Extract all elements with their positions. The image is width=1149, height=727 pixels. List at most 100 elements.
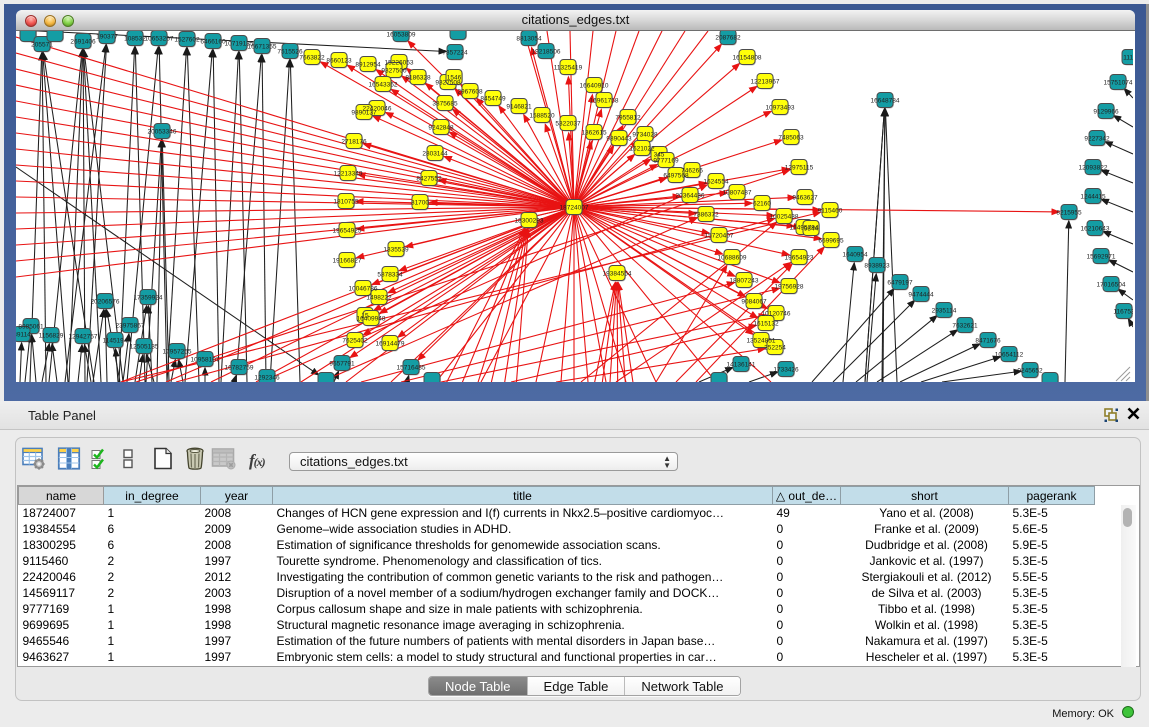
svg-text:16543362: 16543362	[369, 82, 398, 89]
svg-text:2718176: 2718176	[341, 139, 367, 146]
svg-text:2967608: 2967608	[457, 89, 483, 96]
svg-text:8985061: 8985061	[18, 324, 44, 331]
svg-text:7625402: 7625402	[342, 338, 368, 345]
svg-text:17359924: 17359924	[134, 295, 163, 302]
svg-text:9844: 9844	[804, 226, 819, 233]
svg-text:1362615: 1362615	[581, 130, 607, 137]
svg-text:1244415: 1244415	[1080, 194, 1106, 201]
svg-text:8938923: 8938923	[864, 263, 890, 270]
svg-text:9146821: 9146821	[506, 104, 532, 111]
svg-text:18300293: 18300293	[515, 218, 544, 225]
svg-text:2691406: 2691406	[70, 39, 96, 46]
svg-text:10958107: 10958107	[191, 357, 220, 364]
svg-text:17957255: 17957255	[163, 349, 192, 356]
svg-text:9463627: 9463627	[792, 195, 818, 202]
svg-text:3875685: 3875685	[432, 101, 458, 108]
svg-text:9129966: 9129966	[1093, 109, 1119, 116]
svg-text:7663822: 7663822	[299, 55, 325, 62]
svg-text:8660123: 8660123	[326, 58, 352, 65]
svg-text:10046786: 10046786	[349, 286, 378, 293]
svg-text:12505135: 12505135	[130, 344, 159, 351]
svg-text:1640954: 1640954	[842, 252, 868, 259]
svg-text:18807243: 18807243	[730, 278, 759, 285]
svg-text:9242848: 9242848	[428, 125, 454, 132]
svg-text:10120746: 10120746	[762, 311, 791, 318]
svg-text:16914479: 16914479	[376, 341, 405, 348]
svg-text:12975115: 12975115	[785, 165, 814, 172]
svg-text:2087682: 2087682	[715, 35, 741, 42]
svg-text:10807487: 10807487	[723, 190, 752, 197]
svg-text:9227342: 9227342	[1084, 136, 1110, 143]
svg-text:7386372: 7386372	[693, 212, 719, 219]
svg-text:1624554: 1624554	[703, 179, 729, 186]
svg-text:8912954: 8912954	[355, 62, 381, 69]
svg-text:12213349: 12213349	[334, 171, 363, 178]
svg-text:16154808: 16154808	[733, 55, 762, 62]
svg-text:2935114: 2935114	[932, 308, 957, 315]
svg-text:6479197: 6479197	[887, 280, 913, 287]
svg-text:1621022: 1621022	[629, 146, 655, 153]
svg-text:116753: 116753	[1113, 309, 1133, 316]
svg-text:12213967: 12213967	[751, 79, 780, 86]
svg-text:2803144: 2803144	[422, 151, 448, 158]
svg-text:14136141: 14136141	[727, 362, 756, 369]
svg-text:1527602: 1527602	[174, 37, 200, 44]
svg-text:19756928: 19756928	[775, 284, 804, 291]
svg-text:10688609: 10688609	[718, 255, 747, 262]
svg-text:1335539: 1335539	[383, 247, 409, 254]
svg-text:1498222: 1498222	[366, 295, 392, 302]
svg-text:5322037: 5322037	[555, 121, 581, 128]
svg-text:1810755: 1810755	[333, 199, 359, 206]
svg-text:31700: 31700	[411, 200, 429, 207]
svg-text:6497568: 6497568	[663, 173, 689, 180]
svg-text:9777169: 9777169	[653, 158, 679, 165]
svg-text:16210643: 16210643	[1081, 226, 1110, 233]
svg-text:10654112: 10654112	[995, 352, 1024, 359]
svg-text:16053809: 16053809	[387, 32, 416, 39]
svg-text:16409948: 16409948	[357, 316, 386, 323]
svg-text:9890443: 9890443	[606, 136, 632, 143]
svg-text:15751074: 15751074	[1104, 80, 1133, 87]
svg-text:1615132: 1615132	[753, 321, 779, 328]
svg-text:1112: 1112	[1123, 55, 1133, 62]
svg-text:1292346: 1292346	[254, 375, 280, 382]
svg-text:1733426: 1733426	[773, 367, 799, 374]
svg-text:9245652: 9245652	[1017, 368, 1043, 375]
svg-text:18724007: 18724007	[560, 205, 589, 212]
svg-text:15692971: 15692971	[1087, 254, 1116, 261]
svg-text:20364436: 20364436	[676, 193, 705, 200]
svg-text:19654923: 19654923	[785, 255, 814, 262]
svg-text:8454749: 8454749	[480, 96, 506, 103]
svg-text:10653267: 10653267	[145, 36, 174, 43]
svg-text:9474444: 9474444	[908, 292, 934, 299]
svg-text:17016504: 17016504	[1097, 282, 1126, 289]
svg-text:11325419: 11325419	[554, 65, 583, 72]
svg-text:20206576: 20206576	[91, 299, 120, 306]
svg-text:15720407: 15720407	[705, 233, 734, 240]
svg-text:39114: 39114	[16, 332, 31, 339]
svg-text:8471676: 8471676	[975, 338, 1001, 345]
svg-text:15226053: 15226053	[385, 60, 414, 67]
svg-text:9657791: 9657791	[329, 361, 355, 368]
svg-text:5878334: 5878334	[377, 272, 403, 279]
svg-text:16671355: 16671355	[248, 44, 277, 51]
svg-text:7955812: 7955812	[615, 115, 641, 122]
svg-text:9734028: 9734028	[632, 132, 658, 139]
svg-text:1145194: 1145194	[103, 338, 128, 345]
svg-text:205571: 205571	[31, 42, 53, 49]
svg-text:8427552: 8427552	[416, 176, 442, 183]
svg-text:16782759: 16782759	[225, 365, 254, 372]
svg-text:7485063: 7485063	[778, 135, 804, 142]
svg-text:7632621: 7632621	[952, 323, 978, 330]
svg-text:6699695: 6699695	[818, 238, 844, 245]
svg-text:12942757: 12942757	[69, 334, 98, 341]
svg-text:9115460: 9115460	[818, 208, 843, 215]
svg-text:9327500: 9327500	[381, 68, 407, 75]
svg-text:7357224: 7357224	[442, 50, 468, 57]
svg-text:12093822: 12093822	[1079, 165, 1108, 172]
svg-text:62160: 62160	[753, 201, 771, 208]
svg-text:252254: 252254	[764, 345, 786, 352]
svg-text:19218506: 19218506	[532, 49, 561, 56]
svg-text:16648784: 16648784	[871, 98, 900, 105]
svg-text:108532: 108532	[124, 36, 146, 43]
